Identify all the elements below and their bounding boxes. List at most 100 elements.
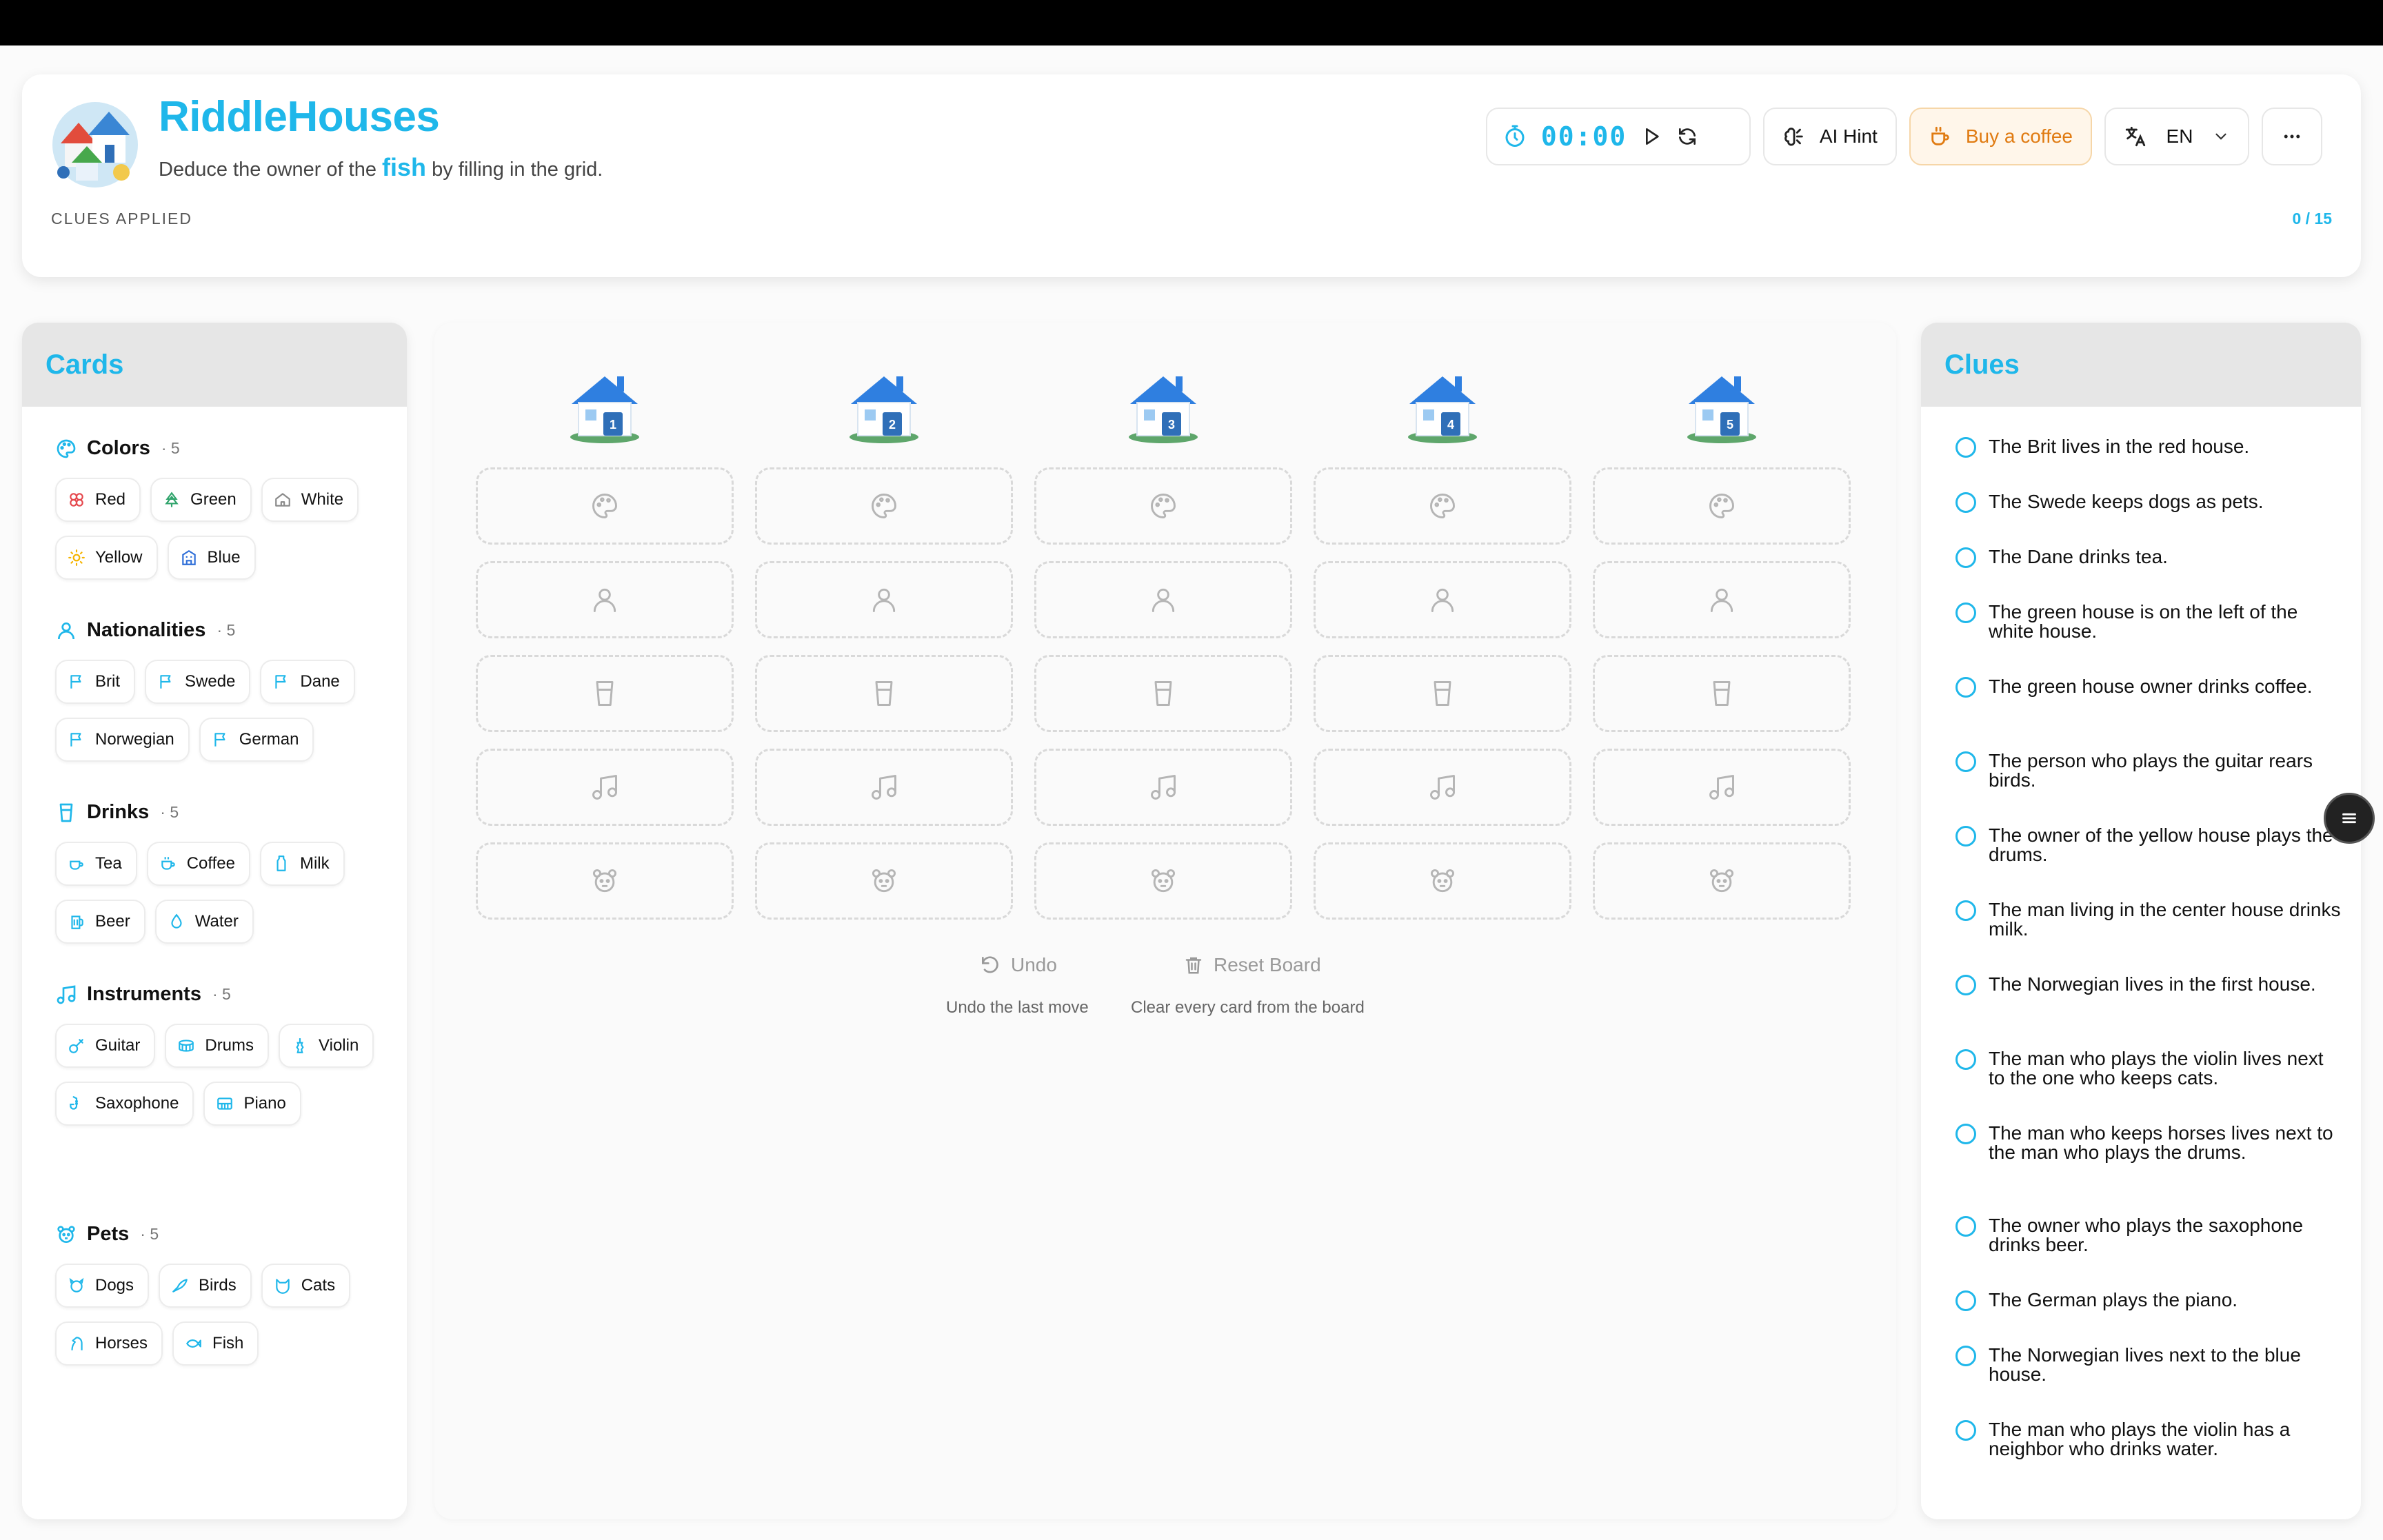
card-white[interactable]: White (261, 478, 359, 522)
card-milk[interactable]: Milk (259, 842, 345, 886)
card-beer[interactable]: Beer (55, 900, 145, 944)
board-slot[interactable] (1314, 749, 1571, 826)
clue-check-circle[interactable] (1955, 900, 1976, 921)
language-select[interactable]: EN (2104, 108, 2249, 165)
board-slot[interactable] (1314, 842, 1571, 920)
card-swede[interactable]: Swede (145, 660, 251, 704)
board-slot[interactable] (1034, 467, 1292, 545)
card-guitar[interactable]: Guitar (55, 1024, 156, 1068)
clue-item[interactable]: The man living in the center house drink… (1955, 900, 2342, 939)
pet-icon (57, 1225, 75, 1243)
clue-item[interactable]: The Swede keeps dogs as pets. (1955, 492, 2342, 513)
card-dane[interactable]: Dane (260, 660, 355, 704)
card-tea[interactable]: Tea (55, 842, 137, 886)
board-slot[interactable] (476, 467, 734, 545)
clue-item[interactable]: The Brit lives in the red house. (1955, 437, 2342, 458)
more-options-button[interactable] (2262, 108, 2322, 165)
board-slot[interactable] (476, 561, 734, 638)
card-yellow[interactable]: Yellow (55, 536, 158, 580)
card-dogs[interactable]: Dogs (55, 1264, 150, 1308)
card-birds[interactable]: Birds (159, 1264, 252, 1308)
card-german[interactable]: German (199, 718, 314, 762)
clue-item[interactable]: The Norwegian lives in the first house. (1955, 975, 2342, 995)
clue-check-circle[interactable] (1955, 975, 1976, 995)
clue-item[interactable]: The Dane drinks tea. (1955, 547, 2342, 568)
card-coffee[interactable]: Coffee (146, 842, 250, 886)
clue-check-circle[interactable] (1955, 751, 1976, 772)
clue-item[interactable]: The German plays the piano. (1955, 1290, 2342, 1311)
card-fish[interactable]: Fish (172, 1321, 259, 1366)
board-slot[interactable] (755, 655, 1013, 732)
board-slot[interactable] (476, 749, 734, 826)
undo-hint: Undo the last move (946, 998, 1089, 1017)
card-piano[interactable]: Piano (203, 1082, 301, 1126)
clue-check-circle[interactable] (1955, 826, 1976, 847)
card-norwegian[interactable]: Norwegian (55, 718, 190, 762)
clue-text: The green house is on the left of the wh… (1989, 601, 2298, 642)
clue-item[interactable]: The owner who plays the saxophone drinks… (1955, 1216, 2342, 1255)
clue-item[interactable]: The Norwegian lives next to the blue hou… (1955, 1346, 2342, 1384)
board-slot[interactable] (1593, 749, 1851, 826)
card-drums[interactable]: Drums (165, 1024, 270, 1068)
undo-icon (982, 956, 998, 973)
buy-coffee-button[interactable]: Buy a coffee (1909, 108, 2092, 165)
board-slot[interactable] (755, 467, 1013, 545)
card-label: Green (190, 490, 237, 509)
board-slot[interactable] (1593, 467, 1851, 545)
card-red[interactable]: Red (55, 478, 141, 522)
card-green[interactable]: Green (150, 478, 252, 522)
category-header: Drinks · 5 (55, 801, 393, 824)
card-saxophone[interactable]: Saxophone (55, 1082, 194, 1126)
clue-check-circle[interactable] (1955, 1049, 1976, 1070)
clue-text: The man who keeps horses lives next to t… (1989, 1122, 2333, 1163)
board-slot[interactable] (1034, 561, 1292, 638)
board-slot[interactable] (1314, 561, 1571, 638)
card-label: Yellow (95, 548, 143, 567)
board-slot[interactable] (755, 842, 1013, 920)
clue-check-circle[interactable] (1955, 1290, 1976, 1311)
board-slot[interactable] (476, 655, 734, 732)
board-slot[interactable] (755, 749, 1013, 826)
clue-check-circle[interactable] (1955, 602, 1976, 623)
clue-item[interactable]: The owner of the yellow house plays the … (1955, 826, 2342, 864)
board-slot[interactable] (1034, 749, 1292, 826)
clue-check-circle[interactable] (1955, 437, 1976, 458)
board-slot[interactable] (1593, 561, 1851, 638)
board-slot[interactable] (476, 842, 734, 920)
board-slot[interactable] (1034, 655, 1292, 732)
board-slot[interactable] (755, 561, 1013, 638)
card-water[interactable]: Water (154, 900, 254, 944)
category-header: Colors · 5 (55, 437, 393, 460)
reset-board-button[interactable]: Reset Board (1183, 954, 1321, 976)
clue-check-circle[interactable] (1955, 492, 1976, 513)
undo-button[interactable]: Undo (979, 954, 1057, 976)
ai-hint-button[interactable]: AI Hint (1762, 108, 1897, 165)
card-brit[interactable]: Brit (55, 660, 135, 704)
board-slot[interactable] (1314, 467, 1571, 545)
clue-item[interactable]: The man who plays the violin lives next … (1955, 1049, 2342, 1088)
card-blue[interactable]: Blue (167, 536, 256, 580)
clue-check-circle[interactable] (1955, 1420, 1976, 1441)
play-icon[interactable] (1640, 125, 1662, 148)
board-slot[interactable] (1034, 842, 1292, 920)
clue-item[interactable]: The man who plays the violin has a neigh… (1955, 1420, 2342, 1459)
clue-item[interactable]: The man who keeps horses lives next to t… (1955, 1124, 2342, 1162)
refresh-icon[interactable] (1676, 125, 1698, 148)
menu-fab-button[interactable] (2324, 793, 2375, 844)
clue-check-circle[interactable] (1955, 1216, 1976, 1237)
card-cats[interactable]: Cats (261, 1264, 351, 1308)
card-violin[interactable]: Violin (279, 1024, 374, 1068)
clue-check-circle[interactable] (1955, 677, 1976, 698)
clue-item[interactable]: The green house is on the left of the wh… (1955, 602, 2342, 641)
clue-item[interactable]: The person who plays the guitar rears bi… (1955, 751, 2342, 790)
board-slot[interactable] (1593, 655, 1851, 732)
clue-check-circle[interactable] (1955, 547, 1976, 568)
clue-check-circle[interactable] (1955, 1124, 1976, 1144)
trash-icon (1185, 957, 1202, 974)
cat-icon (275, 1279, 290, 1294)
clue-item[interactable]: The green house owner drinks coffee. (1955, 677, 2342, 698)
card-horses[interactable]: Horses (55, 1321, 163, 1366)
board-slot[interactable] (1314, 655, 1571, 732)
clue-check-circle[interactable] (1955, 1346, 1976, 1366)
board-slot[interactable] (1593, 842, 1851, 920)
